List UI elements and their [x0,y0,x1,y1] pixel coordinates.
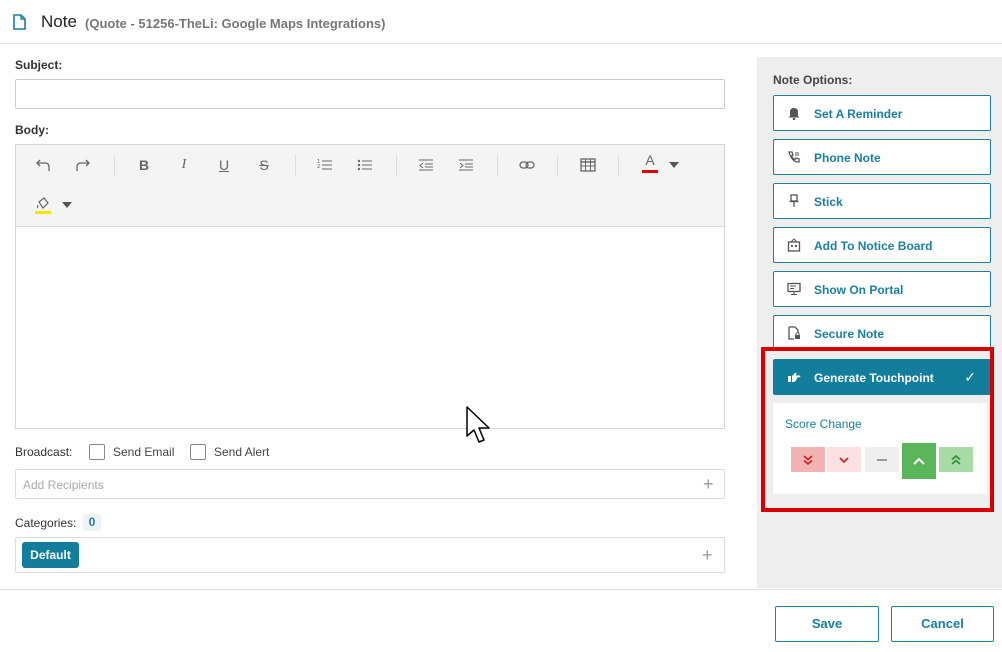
dialog-header: Note (Quote - 51256-TheLi: Google Maps I… [0,0,1002,44]
pin-icon [789,194,799,207]
set-reminder-button[interactable]: Set A Reminder [773,95,991,131]
background-color-dropdown-icon[interactable] [55,193,79,217]
table-icon[interactable] [576,153,600,177]
outdent-icon[interactable] [414,153,438,177]
cancel-button[interactable]: Cancel [891,606,994,642]
font-color-swatch [642,170,658,173]
add-category-icon[interactable]: + [702,546,713,564]
rich-text-editor: B I U S 12 A [15,144,725,429]
send-email-label: Send Email [113,445,175,459]
broadcast-label: Broadcast: [15,445,73,459]
toolbar-separator [295,155,296,176]
highlight-box [761,347,994,512]
secure-note-label: Secure Note [814,327,885,341]
unordered-list-icon[interactable] [353,153,377,177]
toolbar-separator [114,155,115,176]
recipients-field[interactable]: Add Recipients + [15,469,725,499]
set-reminder-label: Set A Reminder [814,107,903,121]
send-alert-checkbox[interactable] [190,444,206,460]
redo-icon[interactable] [71,153,95,177]
categories-count-badge: 0 [83,514,101,531]
dialog-subtitle: (Quote - 51256-TheLi: Google Maps Integr… [85,16,386,31]
send-alert-label: Send Alert [214,445,270,459]
background-color-swatch [35,210,51,214]
secure-note-button[interactable]: Secure Note [773,315,991,351]
editor-content-area[interactable] [16,228,724,428]
strikethrough-icon[interactable]: S [252,153,276,177]
background-color-icon[interactable] [31,193,55,217]
font-color-dropdown-icon[interactable] [662,153,686,177]
phone-icon [788,151,800,163]
svg-text:2: 2 [317,164,320,170]
dialog-title: Note [41,12,77,31]
add-to-notice-board-button[interactable]: Add To Notice Board [773,227,991,263]
ordered-list-icon[interactable]: 12 [313,153,337,177]
mouse-cursor-icon [466,406,490,443]
recipients-placeholder: Add Recipients [23,478,104,492]
category-tag-default[interactable]: Default [22,542,79,568]
notice-board-icon [787,238,801,252]
monitor-icon [787,282,801,295]
lock-document-icon [788,326,800,340]
add-recipient-icon[interactable]: + [703,475,714,493]
font-color-glyph: A [645,152,655,168]
toolbar-separator [557,155,558,176]
stick-label: Stick [814,195,843,209]
indent-icon[interactable] [454,153,478,177]
toolbar-separator [396,155,397,176]
add-to-notice-board-label: Add To Notice Board [814,239,933,253]
categories-label: Categories: [15,516,77,530]
save-button[interactable]: Save [775,606,879,642]
italic-icon[interactable]: I [172,153,196,177]
editor-toolbar: B I U S 12 A [16,145,724,227]
undo-icon[interactable] [31,153,55,177]
stick-button[interactable]: Stick [773,183,991,219]
bold-icon[interactable]: B [132,153,156,177]
footer-divider [0,589,1002,590]
categories-field[interactable]: Default + [15,537,725,573]
bell-icon [788,108,800,120]
note-options-title: Note Options: [773,73,853,87]
send-email-checkbox[interactable] [89,444,105,460]
body-label: Body: [15,123,49,137]
phone-note-label: Phone Note [814,151,881,165]
subject-label: Subject: [15,58,63,72]
link-icon[interactable] [515,153,539,177]
show-on-portal-button[interactable]: Show On Portal [773,271,991,307]
phone-note-button[interactable]: Phone Note [773,139,991,175]
toolbar-separator [618,155,619,176]
underline-icon[interactable]: U [212,153,236,177]
show-on-portal-label: Show On Portal [814,283,904,297]
font-color-icon[interactable]: A [638,151,662,175]
toolbar-separator [497,155,498,176]
document-icon [13,14,26,30]
subject-input[interactable] [15,79,725,109]
